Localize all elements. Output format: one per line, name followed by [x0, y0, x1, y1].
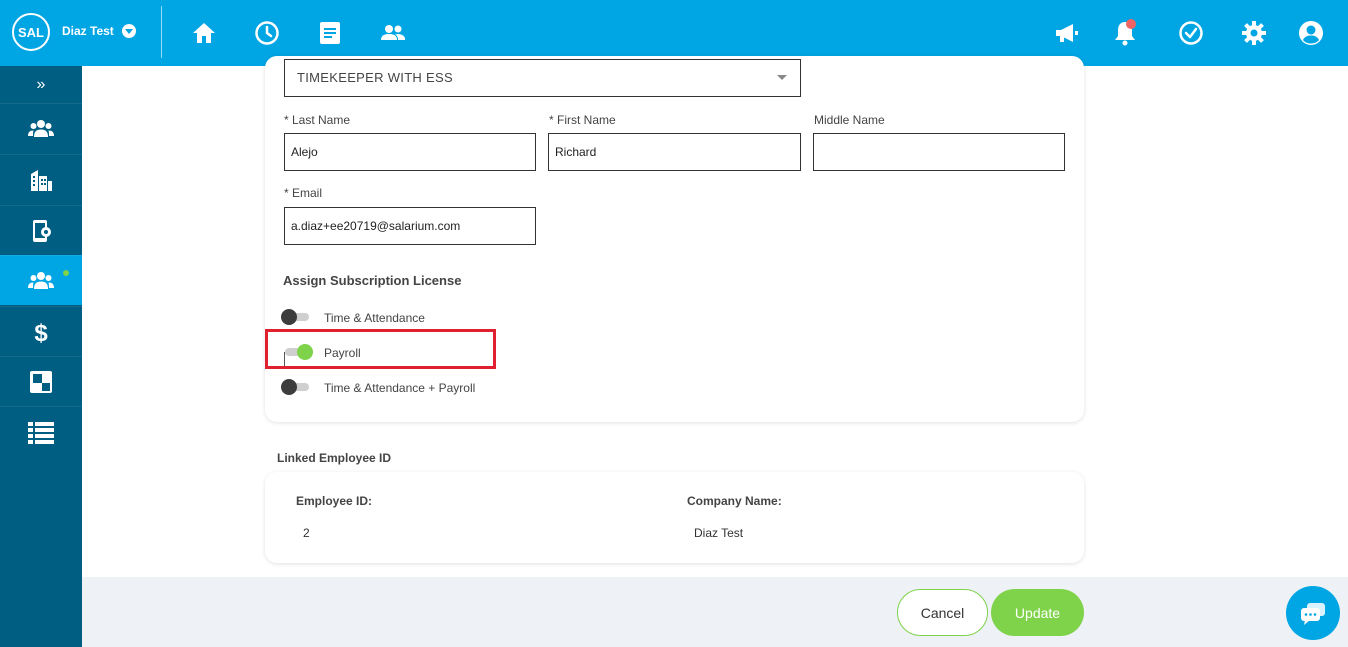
sidebar-item-list[interactable] [0, 406, 82, 456]
middle-name-label: Middle Name [814, 113, 885, 127]
subscription-title: Assign Subscription License [283, 273, 462, 288]
linked-employee-title: Linked Employee ID [277, 451, 392, 465]
company-name[interactable]: Diaz Test [62, 24, 114, 38]
footer-bar [82, 577, 1348, 647]
toggle-label-time-attendance-payroll: Time & Attendance + Payroll [324, 381, 476, 395]
salarium-logo[interactable]: SAL [12, 13, 50, 51]
svg-text:$: $ [34, 320, 48, 346]
check-circle-icon[interactable] [1177, 19, 1205, 47]
people-icon[interactable] [379, 19, 407, 47]
chat-button[interactable] [1286, 586, 1340, 640]
email-input[interactable] [284, 207, 536, 245]
first-name-input[interactable] [548, 133, 801, 171]
chevron-down-icon[interactable] [122, 24, 136, 38]
user-circle-icon[interactable] [1297, 19, 1325, 47]
toggle-label-time-attendance: Time & Attendance [324, 311, 425, 325]
sidebar-item-users[interactable] [0, 103, 82, 153]
topbar-divider [161, 6, 162, 58]
toggle-time-attendance[interactable] [281, 309, 311, 325]
sidebar-item-payroll[interactable]: $ [0, 306, 82, 356]
employees-icon [28, 271, 54, 289]
company-name-label: Company Name: [687, 494, 782, 508]
employee-id-label: Employee ID: [296, 494, 373, 508]
employee-id-value: 2 [303, 526, 310, 540]
megaphone-icon[interactable] [1053, 19, 1081, 47]
payroll-highlight-box [265, 329, 496, 369]
toggle-time-attendance-payroll[interactable] [281, 379, 311, 395]
sidebar-item-apps[interactable] [0, 356, 82, 406]
first-name-label: * First Name [549, 113, 616, 127]
building-icon [31, 169, 52, 191]
sidebar-item-company[interactable] [0, 154, 82, 204]
gear-icon[interactable] [1240, 19, 1268, 47]
dollar-icon: $ [34, 320, 48, 346]
document-icon[interactable] [316, 19, 344, 47]
text-cursor [284, 352, 285, 366]
company-name-value: Diaz Test [694, 526, 744, 540]
device-settings-icon [33, 219, 51, 242]
email-label: * Email [284, 186, 323, 200]
linked-employee-card [265, 472, 1084, 563]
sidebar-item-device-settings[interactable] [0, 205, 82, 255]
middle-name-input[interactable] [813, 133, 1065, 171]
chevron-down-icon[interactable] [777, 75, 787, 80]
squares-icon [30, 370, 52, 393]
clock-icon[interactable] [253, 19, 281, 47]
sidebar-item-employees[interactable] [0, 255, 82, 305]
chat-icon [1301, 603, 1325, 625]
last-name-label: * Last Name [284, 113, 351, 127]
role-select[interactable]: TIMEKEEPER WITH ESS [284, 59, 801, 97]
sidebar: » $ [0, 66, 82, 647]
users-icon [28, 119, 54, 137]
sidebar-expand-button[interactable]: » [0, 66, 82, 103]
update-button[interactable]: Update [991, 589, 1084, 636]
list-icon [28, 421, 54, 444]
last-name-input[interactable] [284, 133, 536, 171]
active-indicator-dot [63, 270, 69, 276]
notification-dot [1126, 19, 1136, 29]
cancel-button[interactable]: Cancel [897, 589, 988, 636]
home-icon[interactable] [190, 19, 218, 47]
